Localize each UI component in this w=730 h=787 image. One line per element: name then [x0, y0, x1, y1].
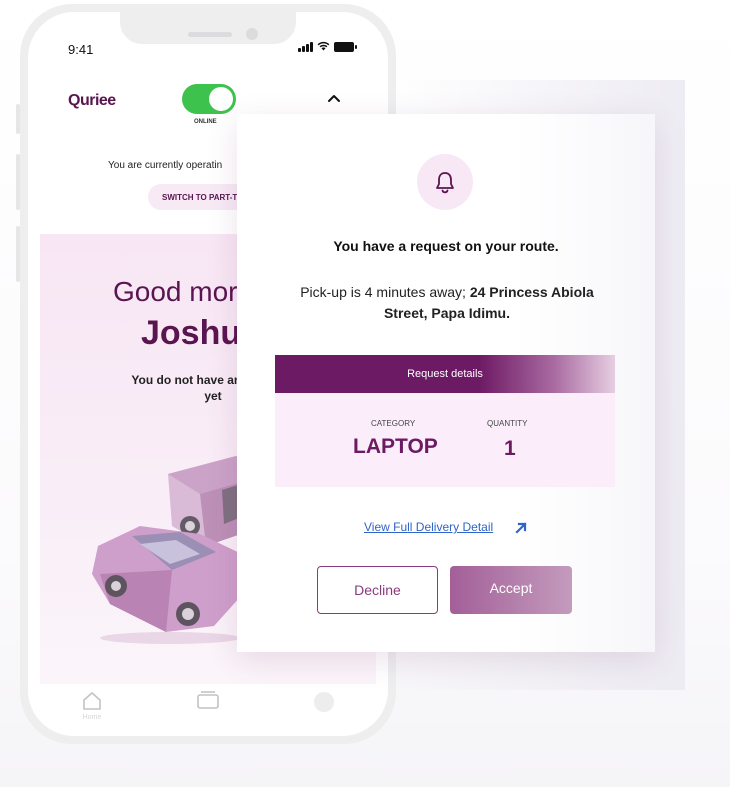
decline-button[interactable]: Decline — [317, 566, 438, 614]
notch — [120, 12, 296, 44]
request-details-header: Request details — [275, 355, 615, 393]
speaker — [188, 32, 232, 37]
operating-status-text: You are currently operatin — [108, 160, 223, 171]
view-full-delivery-link[interactable]: View Full Delivery Detail — [364, 520, 493, 534]
side-button — [16, 104, 20, 134]
toggle-knob — [209, 87, 233, 111]
toggle-label: ONLINE — [194, 119, 217, 125]
quantity-value: 1 — [504, 437, 516, 460]
status-time: 9:41 — [68, 42, 94, 57]
quantity-label: QUANTITY — [487, 419, 528, 428]
bell-badge — [417, 154, 473, 210]
side-button — [16, 226, 20, 282]
wifi-icon — [317, 41, 330, 52]
chevron-up-icon[interactable] — [326, 90, 342, 106]
battery-icon — [334, 41, 357, 52]
app-logo: Quriee — [68, 92, 116, 109]
online-toggle[interactable] — [182, 84, 236, 114]
user-name: Joshu — [141, 314, 242, 352]
home-icon — [83, 691, 101, 710]
screen: 9:41 Quriee ONLINE You are currently ope… — [0, 0, 730, 787]
cards-icon — [197, 691, 219, 709]
request-modal: You have a request on your route. Pick-u… — [237, 114, 655, 652]
category-label: CATEGORY — [371, 419, 416, 428]
request-details-body: CATEGORY LAPTOP QUANTITY 1 — [275, 393, 615, 487]
bell-icon — [436, 172, 454, 194]
camera — [246, 28, 258, 40]
tab-bar: Home — [28, 684, 388, 736]
tab-cards[interactable] — [178, 690, 238, 710]
request-title: You have a request on your route. — [333, 238, 559, 254]
category-value: LAPTOP — [353, 435, 438, 458]
side-button — [16, 154, 20, 210]
tab-profile[interactable] — [294, 690, 354, 714]
profile-icon — [314, 692, 334, 712]
tab-label: Home — [82, 714, 102, 721]
pickup-prefix: Pick-up is 4 minutes away; — [300, 284, 470, 300]
status-icons — [298, 41, 357, 52]
accept-button[interactable]: Accept — [450, 566, 572, 614]
pickup-info: Pick-up is 4 minutes away; 24 Princess A… — [297, 282, 597, 324]
external-arrow-icon[interactable] — [515, 521, 528, 534]
tab-home[interactable]: Home — [62, 690, 122, 721]
greeting-text: Good mor — [113, 276, 238, 307]
signal-icon — [298, 41, 313, 52]
